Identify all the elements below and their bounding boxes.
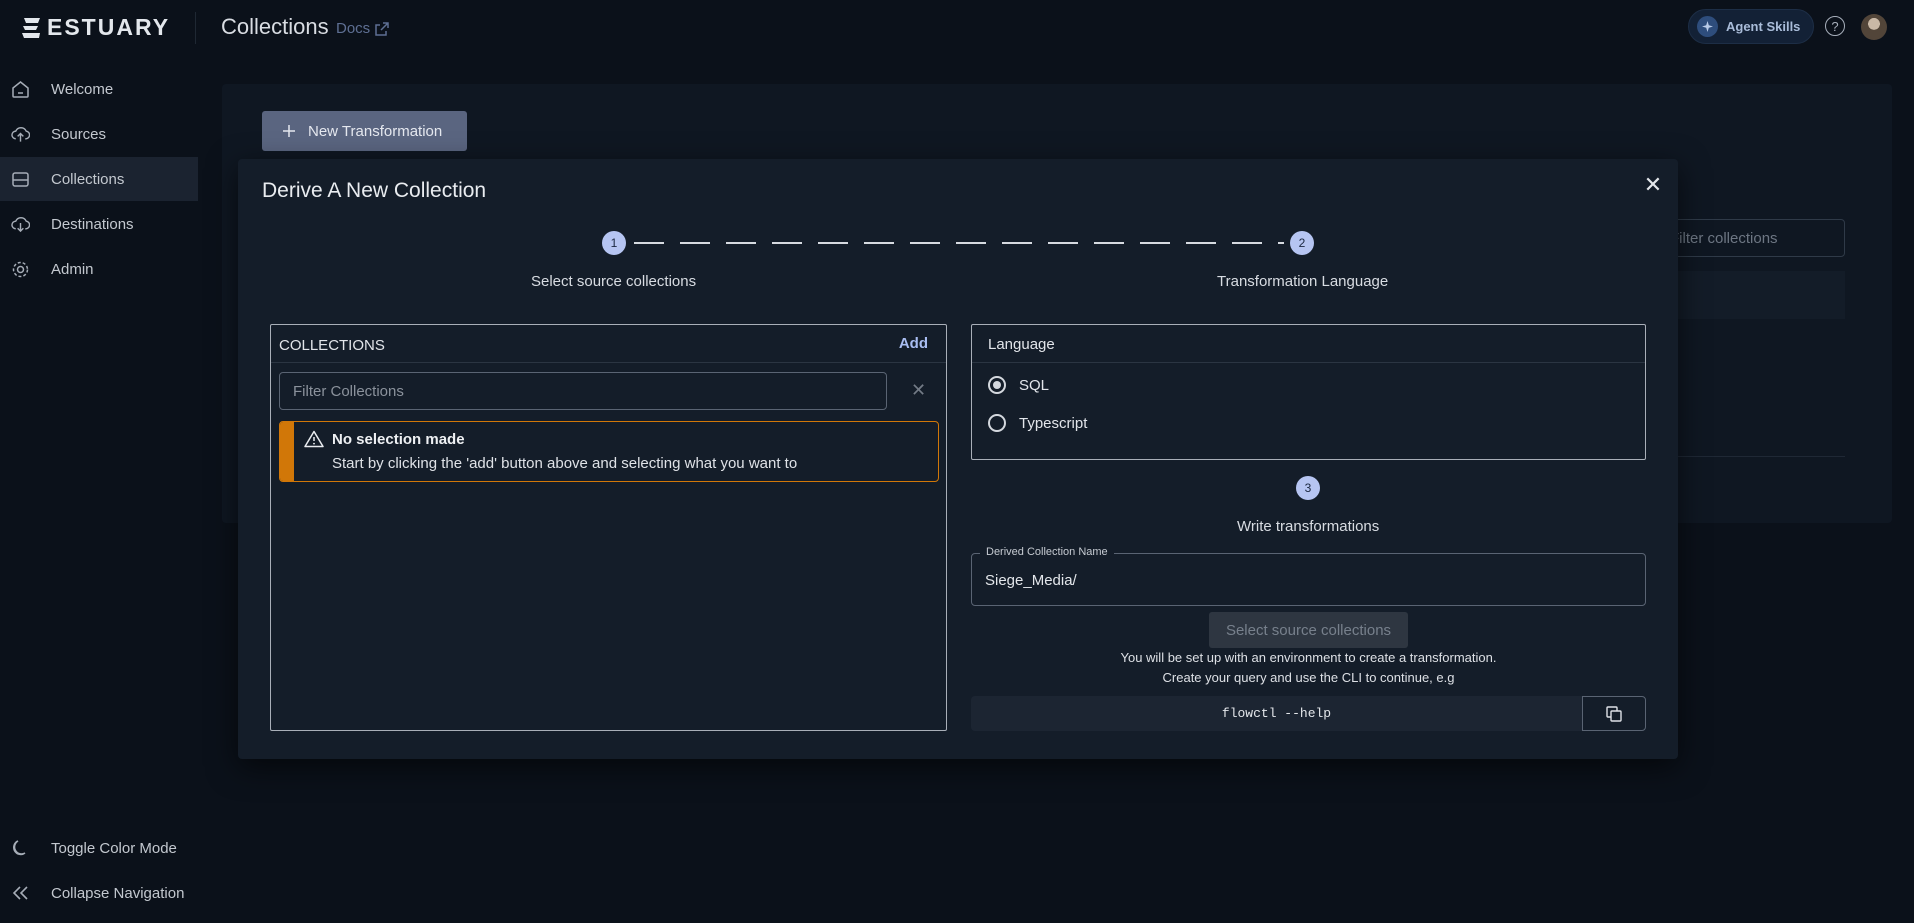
step-2-indicator: 2 [1290, 231, 1314, 255]
language-panel: Language SQL Typescript [971, 324, 1646, 460]
sidebar-item-label: Admin [51, 260, 94, 278]
page-title: Collections [221, 14, 329, 39]
table-divider [1677, 456, 1845, 457]
cli-command: flowctl --help [971, 696, 1582, 731]
derive-collection-dialog: Derive A New Collection ✕ 1 2 Select sou… [238, 159, 1678, 759]
plus-icon [283, 125, 295, 137]
collapse-navigation-button[interactable]: Collapse Navigation [0, 871, 198, 915]
toggle-color-mode-button[interactable]: Toggle Color Mode [0, 826, 198, 870]
header-divider [195, 12, 196, 44]
language-option-typescript[interactable]: Typescript [988, 414, 1087, 432]
derived-collection-name-field[interactable]: Derived Collection Name Siege_Media/ [971, 546, 1646, 606]
collections-panel-header: COLLECTIONS Add [271, 325, 946, 363]
dialog-title: Derive A New Collection [262, 179, 487, 202]
alert-title: No selection made [332, 431, 465, 448]
language-option-label: SQL [1019, 376, 1050, 394]
alert-message: Start by clicking the 'add' button above… [332, 455, 798, 472]
brand-name: ESTUARY [47, 14, 171, 40]
sidebar: Welcome Sources Collections Destinations… [0, 56, 198, 923]
toggle-color-mode-label: Toggle Color Mode [51, 839, 177, 857]
radio-selected[interactable] [988, 376, 1006, 394]
agent-skills-label: Agent Skills [1726, 19, 1801, 34]
clear-filter-icon[interactable]: ✕ [911, 380, 926, 401]
filter-collections-field[interactable] [279, 372, 887, 410]
database-icon [11, 170, 30, 189]
info-line-1: You will be set up with an environment t… [1120, 650, 1497, 665]
warning-icon [304, 430, 324, 448]
cloud-upload-icon [11, 125, 30, 144]
filter-collections-placeholder: Filter collections [1670, 229, 1778, 247]
copy-command-button[interactable] [1582, 696, 1646, 731]
close-icon[interactable]: ✕ [1642, 172, 1664, 197]
cloud-download-icon [11, 215, 30, 234]
step-1-label: Select source collections [531, 273, 697, 290]
sidebar-item-sources[interactable]: Sources [0, 112, 198, 156]
language-panel-header: Language [972, 325, 1645, 363]
new-transformation-label: New Transformation [308, 122, 443, 140]
language-option-label: Typescript [1019, 414, 1088, 432]
sidebar-item-label: Sources [51, 125, 107, 143]
collapse-navigation-label: Collapse Navigation [51, 884, 185, 902]
step-3-indicator: 3 [1296, 476, 1320, 500]
sidebar-item-collections[interactable]: Collections [0, 157, 198, 201]
agent-skills-icon [1697, 16, 1718, 37]
stepper-connector [634, 242, 1284, 244]
collections-panel: COLLECTIONS Add ✕ No selection made Star… [270, 324, 947, 731]
agent-skills-button[interactable]: Agent Skills [1688, 9, 1814, 44]
radio-unselected[interactable] [988, 414, 1006, 432]
top-bar: ESTUARY Collections Docs Agent Skills ? [0, 0, 1914, 56]
collections-header-label: COLLECTIONS [279, 337, 385, 354]
moon-icon [11, 839, 30, 858]
step-2-label: Transformation Language [1217, 273, 1389, 290]
copy-icon [1606, 705, 1622, 722]
gear-icon [11, 260, 30, 279]
home-icon [11, 80, 30, 99]
sidebar-item-label: Collections [51, 170, 125, 188]
new-transformation-button[interactable]: New Transformation [262, 111, 467, 151]
sidebar-item-label: Welcome [51, 80, 114, 98]
no-selection-alert: No selection made Start by clicking the … [279, 421, 939, 482]
table-header [1677, 271, 1845, 319]
help-icon[interactable]: ? [1825, 16, 1845, 36]
alert-accent-bar [280, 422, 294, 481]
sidebar-item-admin[interactable]: Admin [0, 247, 198, 291]
language-option-sql[interactable]: SQL [988, 376, 1049, 394]
estuary-logo-icon [22, 17, 40, 38]
user-avatar[interactable] [1861, 14, 1887, 40]
language-header-label: Language [988, 336, 1055, 353]
select-source-collections-button[interactable]: Select source collections [1209, 612, 1408, 648]
info-line-2: Create your query and use the CLI to con… [1162, 670, 1455, 685]
sidebar-item-label: Destinations [51, 215, 134, 233]
sidebar-item-welcome[interactable]: Welcome [0, 67, 198, 111]
sidebar-item-destinations[interactable]: Destinations [0, 202, 198, 246]
add-collection-button[interactable]: Add [899, 335, 928, 352]
derived-collection-name-label: Derived Collection Name [980, 546, 1114, 558]
estuary-logo[interactable]: ESTUARY [21, 14, 170, 41]
docs-link-label: Docs [336, 20, 371, 37]
step-3-label: Write transformations [1237, 518, 1380, 535]
double-chevron-left-icon [11, 884, 30, 903]
external-link-icon [375, 21, 389, 36]
docs-link[interactable]: Docs [336, 20, 389, 37]
derived-collection-name-value: Siege_Media/ [985, 572, 1077, 589]
step-1-indicator: 1 [602, 231, 626, 255]
